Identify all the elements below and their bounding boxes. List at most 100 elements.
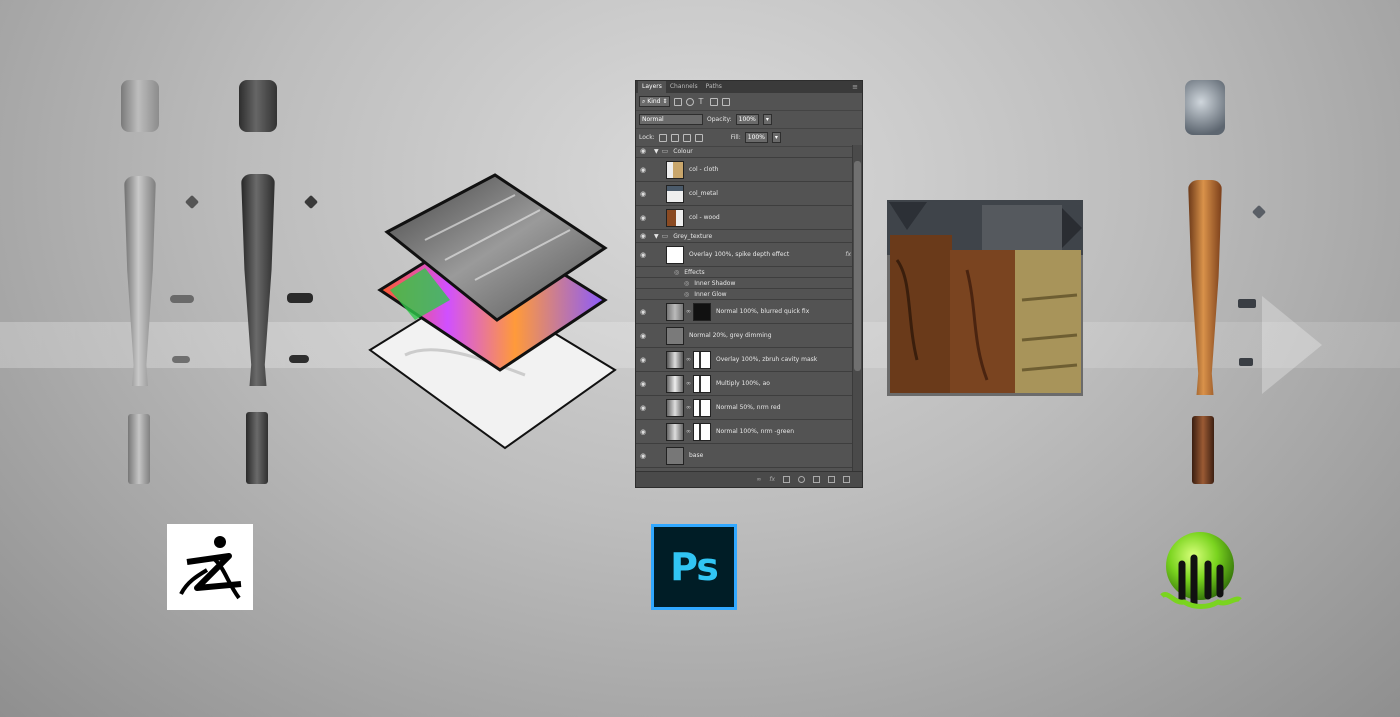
blend-mode-select[interactable]: Normal: [639, 114, 703, 125]
filter-type-icon[interactable]: T: [698, 97, 706, 106]
fill-input[interactable]: 100%: [744, 132, 768, 143]
chevron-down-icon[interactable]: ▼: [654, 148, 659, 155]
layers-scrollbar[interactable]: [852, 145, 862, 472]
link-layers-icon[interactable]: ∞: [756, 476, 761, 483]
layer-name: Overlay 100%, zbruh cavity mask: [716, 356, 818, 363]
layer-row[interactable]: ◉ ∞ Multiply 100%, ao: [636, 372, 855, 396]
panel-footer: ∞ fx: [636, 471, 862, 487]
new-layer-icon[interactable]: [828, 476, 835, 483]
link-icon: ∞: [686, 380, 691, 387]
layer-row[interactable]: ◉ base: [636, 444, 855, 468]
visibility-eye-icon[interactable]: ◉: [636, 452, 650, 460]
trash-icon[interactable]: [843, 476, 850, 483]
layer-row[interactable]: ◉ ∞ Normal 100%, nrm -green: [636, 420, 855, 444]
layer-row[interactable]: ◉ ∞ Normal 50%, nrm red: [636, 396, 855, 420]
layer-name: Normal 50%, nrm red: [716, 404, 781, 411]
fx-badge[interactable]: fx: [845, 251, 851, 258]
filter-smart-object-icon[interactable]: [722, 97, 731, 106]
new-group-icon[interactable]: [813, 476, 820, 483]
tab-layers[interactable]: Layers: [638, 81, 666, 93]
visibility-eye-icon[interactable]: ◉: [636, 356, 650, 364]
texture-map-stack: [368, 173, 617, 450]
layer-name: Multiply 100%, ao: [716, 380, 770, 387]
layer-group-colour[interactable]: ◉ ▼ ▭ Colour: [636, 145, 855, 158]
visibility-eye-icon[interactable]: ◉: [636, 214, 650, 222]
effect-row[interactable]: ◎ Inner Shadow: [636, 278, 855, 289]
layer-thumbnail: [666, 374, 684, 393]
opacity-label: Opacity:: [707, 116, 732, 123]
layer-name: Colour: [673, 147, 693, 155]
layer-list: ◉ ▼ ▭ Colour ◉ col - cloth ◉ col_metal ◉…: [636, 145, 855, 472]
layer-row[interactable]: ◉ ∞ Overlay 100%, zbruh cavity mask: [636, 348, 855, 372]
layer-thumbnail: [666, 208, 684, 227]
effect-eye-icon[interactable]: ◎: [684, 291, 689, 298]
filter-pixel-icon[interactable]: [674, 97, 683, 106]
photoshop-logo-text: Ps: [670, 545, 719, 589]
scrollbar-thumb[interactable]: [854, 161, 861, 371]
effect-row[interactable]: ◎ Inner Glow: [636, 289, 855, 300]
visibility-eye-icon[interactable]: ◉: [636, 428, 650, 436]
visibility-eye-icon[interactable]: ◉: [636, 380, 650, 388]
kind-label: Kind: [647, 98, 661, 105]
layer-thumbnail: [666, 446, 684, 465]
layer-name: Grey_texture: [673, 232, 713, 240]
layers-panel: Layers Channels Paths ≡ ⌕ Kind ⇕ T Norma…: [635, 80, 863, 488]
layer-row[interactable]: ◉ Normal 20%, grey dimming: [636, 324, 855, 348]
layer-mask-thumbnail[interactable]: [693, 374, 711, 393]
filter-shape-icon[interactable]: [710, 97, 719, 106]
effects-row[interactable]: ◎ Effects: [636, 267, 855, 278]
layer-thumbnail: [666, 422, 684, 441]
lock-transparent-icon[interactable]: [658, 133, 667, 142]
visibility-eye-icon[interactable]: ◉: [636, 232, 650, 240]
link-icon: ∞: [686, 428, 691, 435]
ring-chip-dark-1: [287, 293, 313, 303]
layer-thumbnail: [666, 398, 684, 417]
effect-eye-icon[interactable]: ◎: [684, 280, 689, 287]
tab-paths[interactable]: Paths: [702, 81, 726, 93]
visibility-eye-icon[interactable]: ◉: [636, 332, 650, 340]
kind-filter-select[interactable]: ⌕ Kind ⇕: [639, 96, 671, 107]
layer-name: base: [689, 452, 704, 459]
visibility-eye-icon[interactable]: ◉: [636, 147, 650, 155]
layer-group-grey-texture[interactable]: ◉ ▼ ▭ Grey_texture: [636, 230, 855, 243]
visibility-eye-icon[interactable]: ◉: [636, 190, 650, 198]
fill-label: Fill:: [730, 134, 741, 141]
cap-model-dark: [239, 80, 277, 132]
effect-eye-icon[interactable]: ◎: [674, 269, 679, 276]
lock-position-icon[interactable]: [682, 133, 691, 142]
tab-channels[interactable]: Channels: [666, 81, 702, 93]
layer-row[interactable]: ◉ col - cloth: [636, 158, 855, 182]
lock-label: Lock:: [639, 134, 655, 141]
visibility-eye-icon[interactable]: ◉: [636, 308, 650, 316]
layer-mask-thumbnail[interactable]: [693, 422, 711, 441]
chevron-down-icon[interactable]: ▼: [654, 233, 659, 240]
lock-pixels-icon[interactable]: [670, 133, 679, 142]
add-mask-icon[interactable]: [783, 476, 790, 483]
effect-name: Effects: [684, 268, 705, 276]
layer-thumbnail: [666, 160, 684, 179]
opacity-input[interactable]: 100%: [735, 114, 759, 125]
layer-name: Normal 20%, grey dimming: [689, 332, 772, 339]
layer-row[interactable]: ◉ col - wood: [636, 206, 855, 230]
effect-name: Inner Shadow: [694, 279, 736, 287]
handle-model-dark: [246, 412, 268, 484]
opacity-dropdown-icon[interactable]: ▾: [762, 114, 772, 125]
visibility-eye-icon[interactable]: ◉: [636, 251, 650, 259]
filter-row: ⌕ Kind ⇕ T: [636, 93, 862, 111]
layer-row[interactable]: ◉ ∞ Normal 100%, blurred quick fix: [636, 300, 855, 324]
layer-row[interactable]: ◉ Overlay 100%, spike depth effect fx: [636, 243, 855, 267]
layer-mask-thumbnail[interactable]: [693, 398, 711, 417]
layer-row[interactable]: ◉ col_metal: [636, 182, 855, 206]
layer-mask-thumbnail[interactable]: [693, 350, 711, 369]
filter-adjustment-icon[interactable]: [686, 97, 695, 106]
fill-dropdown-icon[interactable]: ▾: [771, 132, 781, 143]
adjustment-layer-icon[interactable]: [798, 476, 805, 483]
fx-icon[interactable]: fx: [769, 476, 775, 483]
layer-name: col - wood: [689, 214, 720, 221]
panel-menu-icon[interactable]: ≡: [852, 83, 858, 91]
visibility-eye-icon[interactable]: ◉: [636, 404, 650, 412]
layer-name: Normal 100%, blurred quick fix: [716, 308, 810, 315]
lock-all-icon[interactable]: [694, 133, 703, 142]
layer-mask-thumbnail[interactable]: [693, 302, 711, 321]
visibility-eye-icon[interactable]: ◉: [636, 166, 650, 174]
